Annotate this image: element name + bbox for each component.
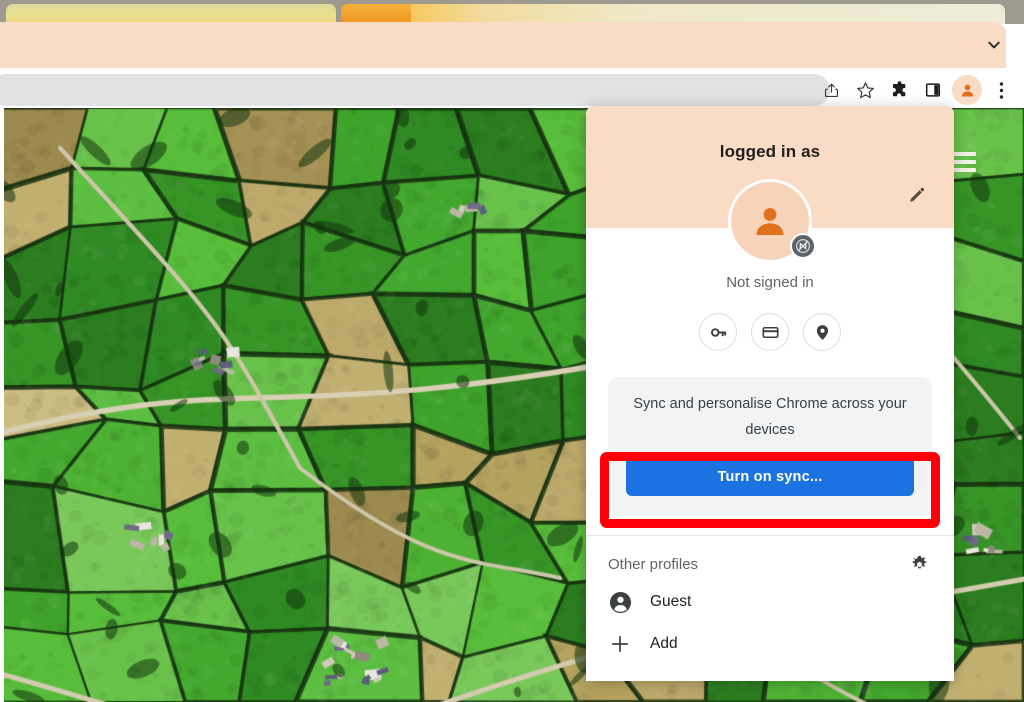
profile-item-add[interactable]: Add — [586, 623, 954, 665]
browser-tab-1[interactable] — [6, 4, 336, 24]
profile-item-label: Add — [650, 635, 678, 652]
plus-icon — [608, 632, 632, 656]
gear-icon[interactable] — [906, 551, 932, 577]
screenshot-root: logged in as Not signed in Sync and pers… — [0, 0, 1024, 702]
puzzle-icon[interactable] — [882, 74, 916, 106]
bookmark-bar-panel — [0, 22, 1006, 68]
chevron-down-icon[interactable] — [982, 33, 1006, 57]
quick-action-row — [586, 313, 954, 351]
star-icon[interactable] — [848, 74, 882, 106]
sync-promo-card: Sync and personalise Chrome across your … — [608, 377, 932, 516]
turn-on-sync-button[interactable]: Turn on sync... — [626, 457, 914, 496]
page-title: logged in as — [719, 142, 821, 161]
popup-bottom-padding — [586, 665, 954, 681]
profile-popup-body: Not signed in Sync and personalise Chrom… — [586, 228, 954, 681]
pencil-icon[interactable] — [904, 182, 930, 208]
other-profiles-label: Other profiles — [608, 555, 699, 573]
browser-tab-2-accent — [341, 4, 411, 24]
location-pin-icon[interactable] — [803, 313, 841, 351]
address-bar[interactable] — [0, 74, 830, 106]
profile-popup: logged in as Not signed in Sync and pers… — [586, 106, 954, 681]
browser-tab-2[interactable] — [341, 4, 1005, 24]
page-left-margin — [0, 108, 4, 702]
profile-item-label: Guest — [650, 593, 692, 610]
toolbar-icon-group — [814, 74, 1018, 106]
sync-disabled-icon — [790, 233, 816, 259]
sync-promo-text: Sync and personalise Chrome across your … — [633, 396, 907, 438]
key-icon[interactable] — [699, 313, 737, 351]
signin-status-text: Not signed in — [726, 274, 814, 291]
profile-popup-header: logged in as — [586, 106, 954, 263]
profile-avatar-icon[interactable] — [952, 75, 982, 105]
share-icon[interactable] — [814, 74, 848, 106]
other-profiles-header: Other profiles — [586, 536, 954, 581]
side-panel-icon[interactable] — [916, 74, 950, 106]
profile-item-guest[interactable]: Guest — [586, 581, 954, 623]
person-circle-icon — [608, 590, 632, 614]
credit-card-icon[interactable] — [751, 313, 789, 351]
person-icon — [756, 208, 784, 235]
three-dot-menu-icon[interactable] — [984, 74, 1018, 106]
avatar[interactable] — [728, 179, 816, 263]
